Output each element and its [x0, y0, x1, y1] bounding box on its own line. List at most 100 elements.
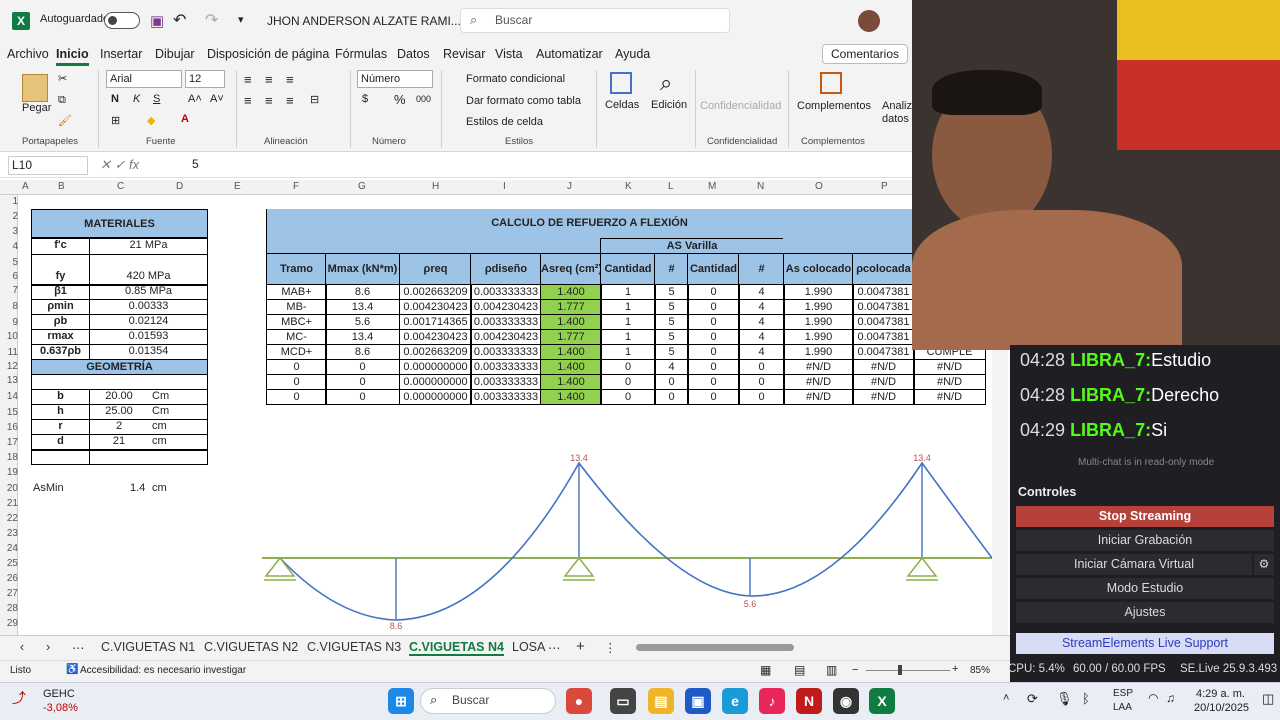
addins-button[interactable]: Complementos — [797, 100, 871, 112]
zoom-in-icon[interactable]: + — [952, 663, 958, 675]
italic-button[interactable]: K — [133, 93, 140, 105]
row-header[interactable]: 24 — [2, 543, 18, 554]
paste-icon[interactable] — [22, 74, 48, 102]
row-header[interactable]: 25 — [2, 558, 18, 569]
sync-icon[interactable]: ⟳ — [1027, 691, 1038, 707]
excel-taskbar-icon[interactable]: X — [869, 688, 895, 714]
merge-icon[interactable]: ⊟ — [310, 93, 319, 106]
formula-input[interactable]: 5 — [192, 157, 199, 171]
confidentiality-button[interactable]: Confidencialidad — [700, 100, 781, 112]
percent-icon[interactable]: % — [394, 92, 406, 107]
settings-button[interactable]: Ajustes — [1016, 602, 1274, 623]
borders-icon[interactable]: ⊞ — [111, 114, 120, 127]
font-color-icon[interactable]: A — [181, 113, 189, 125]
zoom-thumb[interactable] — [898, 665, 902, 675]
shrink-font-button[interactable]: A˅ — [210, 93, 224, 105]
copy-icon[interactable]: ⧉ — [58, 94, 66, 107]
tab-formulas[interactable]: Fórmulas — [335, 47, 387, 61]
notification-icon[interactable]: ◫ — [1262, 691, 1274, 707]
customize-toolbar-icon[interactable]: ▾ — [238, 13, 244, 26]
row-header[interactable]: 16 — [2, 422, 18, 433]
cell-styles-button[interactable]: Estilos de celda — [466, 116, 543, 128]
format-as-table-button[interactable]: Dar formato como tabla — [466, 95, 581, 107]
clock-date[interactable]: 20/10/2025 — [1194, 702, 1249, 714]
bold-button[interactable]: N — [111, 93, 119, 105]
search-edit-icon[interactable]: ⌕ — [660, 70, 672, 96]
row-header[interactable]: 18 — [2, 452, 18, 463]
align-center-icon[interactable]: ≡ — [265, 93, 273, 108]
font-name-select[interactable]: Arial — [106, 70, 182, 88]
tab-revisar[interactable]: Revisar — [443, 47, 485, 61]
currency-icon[interactable]: $ — [362, 93, 368, 105]
tab-archivo[interactable]: Archivo — [7, 47, 49, 61]
col-header[interactable]: P — [881, 181, 888, 192]
gear-icon[interactable]: ⚙ — [1254, 554, 1274, 575]
clock-time[interactable]: 4:29 a. m. — [1196, 688, 1245, 700]
font-size-select[interactable]: 12 — [185, 70, 225, 88]
row-header[interactable]: 8 — [2, 301, 18, 312]
row-header[interactable]: 27 — [2, 588, 18, 599]
autosave-toggle[interactable] — [104, 12, 140, 29]
wifi-icon[interactable]: ◠ — [1148, 691, 1158, 705]
row-header[interactable]: 10 — [2, 331, 18, 342]
fill-color-icon[interactable]: ◆ — [147, 114, 155, 127]
chevron-up-icon[interactable]: ˄ — [1003, 692, 1009, 704]
tab-ayuda[interactable]: Ayuda — [615, 47, 650, 61]
stock-name[interactable]: GEHC — [43, 688, 75, 700]
page-break-icon[interactable]: ▥ — [826, 663, 837, 677]
row-header[interactable]: 28 — [2, 603, 18, 614]
row-header[interactable]: 22 — [2, 513, 18, 524]
row-header[interactable]: 11 — [2, 347, 18, 358]
format-painter-icon[interactable]: 🖌 — [58, 114, 72, 127]
support-button[interactable]: StreamElements Live Support — [1016, 633, 1274, 654]
col-header[interactable]: B — [58, 181, 65, 192]
avatar[interactable] — [858, 10, 880, 32]
microphone-icon[interactable]: 🎙 — [1056, 691, 1073, 707]
cut-icon[interactable]: ✂ — [58, 72, 67, 85]
tab-disposicion[interactable]: Disposición de página — [207, 47, 329, 61]
col-header[interactable]: L — [668, 181, 674, 192]
analyze-data-button[interactable]: Analiz datos — [882, 100, 912, 126]
options-icon[interactable]: ⋮ — [604, 640, 617, 655]
language-primary[interactable]: ESP — [1113, 688, 1133, 699]
edge-icon[interactable]: e — [722, 688, 748, 714]
start-recording-button[interactable]: Iniciar Grabación — [1016, 530, 1274, 551]
more-sheets-icon[interactable]: ⋯ — [72, 640, 85, 655]
col-header[interactable]: K — [625, 181, 632, 192]
edit-button[interactable]: Edición — [651, 99, 687, 111]
document-title[interactable]: JHON ANDERSON ALZATE RAMI... — [267, 14, 461, 28]
prev-sheet-icon[interactable]: ‹ — [20, 640, 24, 654]
studio-mode-button[interactable]: Modo Estudio — [1016, 578, 1274, 599]
col-header[interactable]: D — [176, 181, 183, 192]
tab-dibujar[interactable]: Dibujar — [155, 47, 195, 61]
row-header[interactable]: 9 — [2, 317, 18, 328]
redo-icon[interactable]: ↷ — [205, 10, 218, 30]
tab-viguetas-n3[interactable]: C.VIGUETAS N3 — [307, 640, 401, 654]
bluetooth-icon[interactable]: ᛒ — [1082, 691, 1090, 706]
align-left-icon[interactable]: ≡ — [244, 93, 252, 108]
fruit-widget-icon[interactable]: ● — [566, 688, 592, 714]
row-header[interactable]: 4 — [2, 241, 18, 252]
grow-font-button[interactable]: A˄ — [188, 93, 202, 105]
file-explorer-icon[interactable]: ▤ — [648, 688, 674, 714]
tab-inicio[interactable]: Inicio — [56, 47, 89, 66]
undo-icon[interactable]: ↶ — [173, 10, 186, 30]
col-header[interactable]: O — [815, 181, 823, 192]
row-header[interactable]: 6 — [2, 271, 18, 282]
row-header[interactable]: 13 — [2, 375, 18, 386]
row-header[interactable]: 7 — [2, 285, 18, 296]
col-header[interactable]: C — [117, 181, 124, 192]
col-header[interactable]: G — [358, 181, 366, 192]
volume-icon[interactable]: ♫ — [1166, 691, 1175, 705]
col-header[interactable]: I — [503, 181, 506, 192]
zoom-out-icon[interactable]: − — [852, 664, 858, 676]
align-top-icon[interactable]: ≡ — [244, 72, 252, 87]
tab-datos[interactable]: Datos — [397, 47, 430, 61]
row-header[interactable]: 26 — [2, 573, 18, 584]
zoom-level[interactable]: 85% — [970, 665, 990, 676]
task-view-icon[interactable]: ▭ — [610, 688, 636, 714]
stock-change[interactable]: -3,08% — [43, 702, 78, 714]
row-header[interactable]: 29 — [2, 618, 18, 629]
comments-button[interactable]: Comentarios — [822, 44, 908, 64]
stop-streaming-button[interactable]: Stop Streaming — [1016, 506, 1274, 527]
